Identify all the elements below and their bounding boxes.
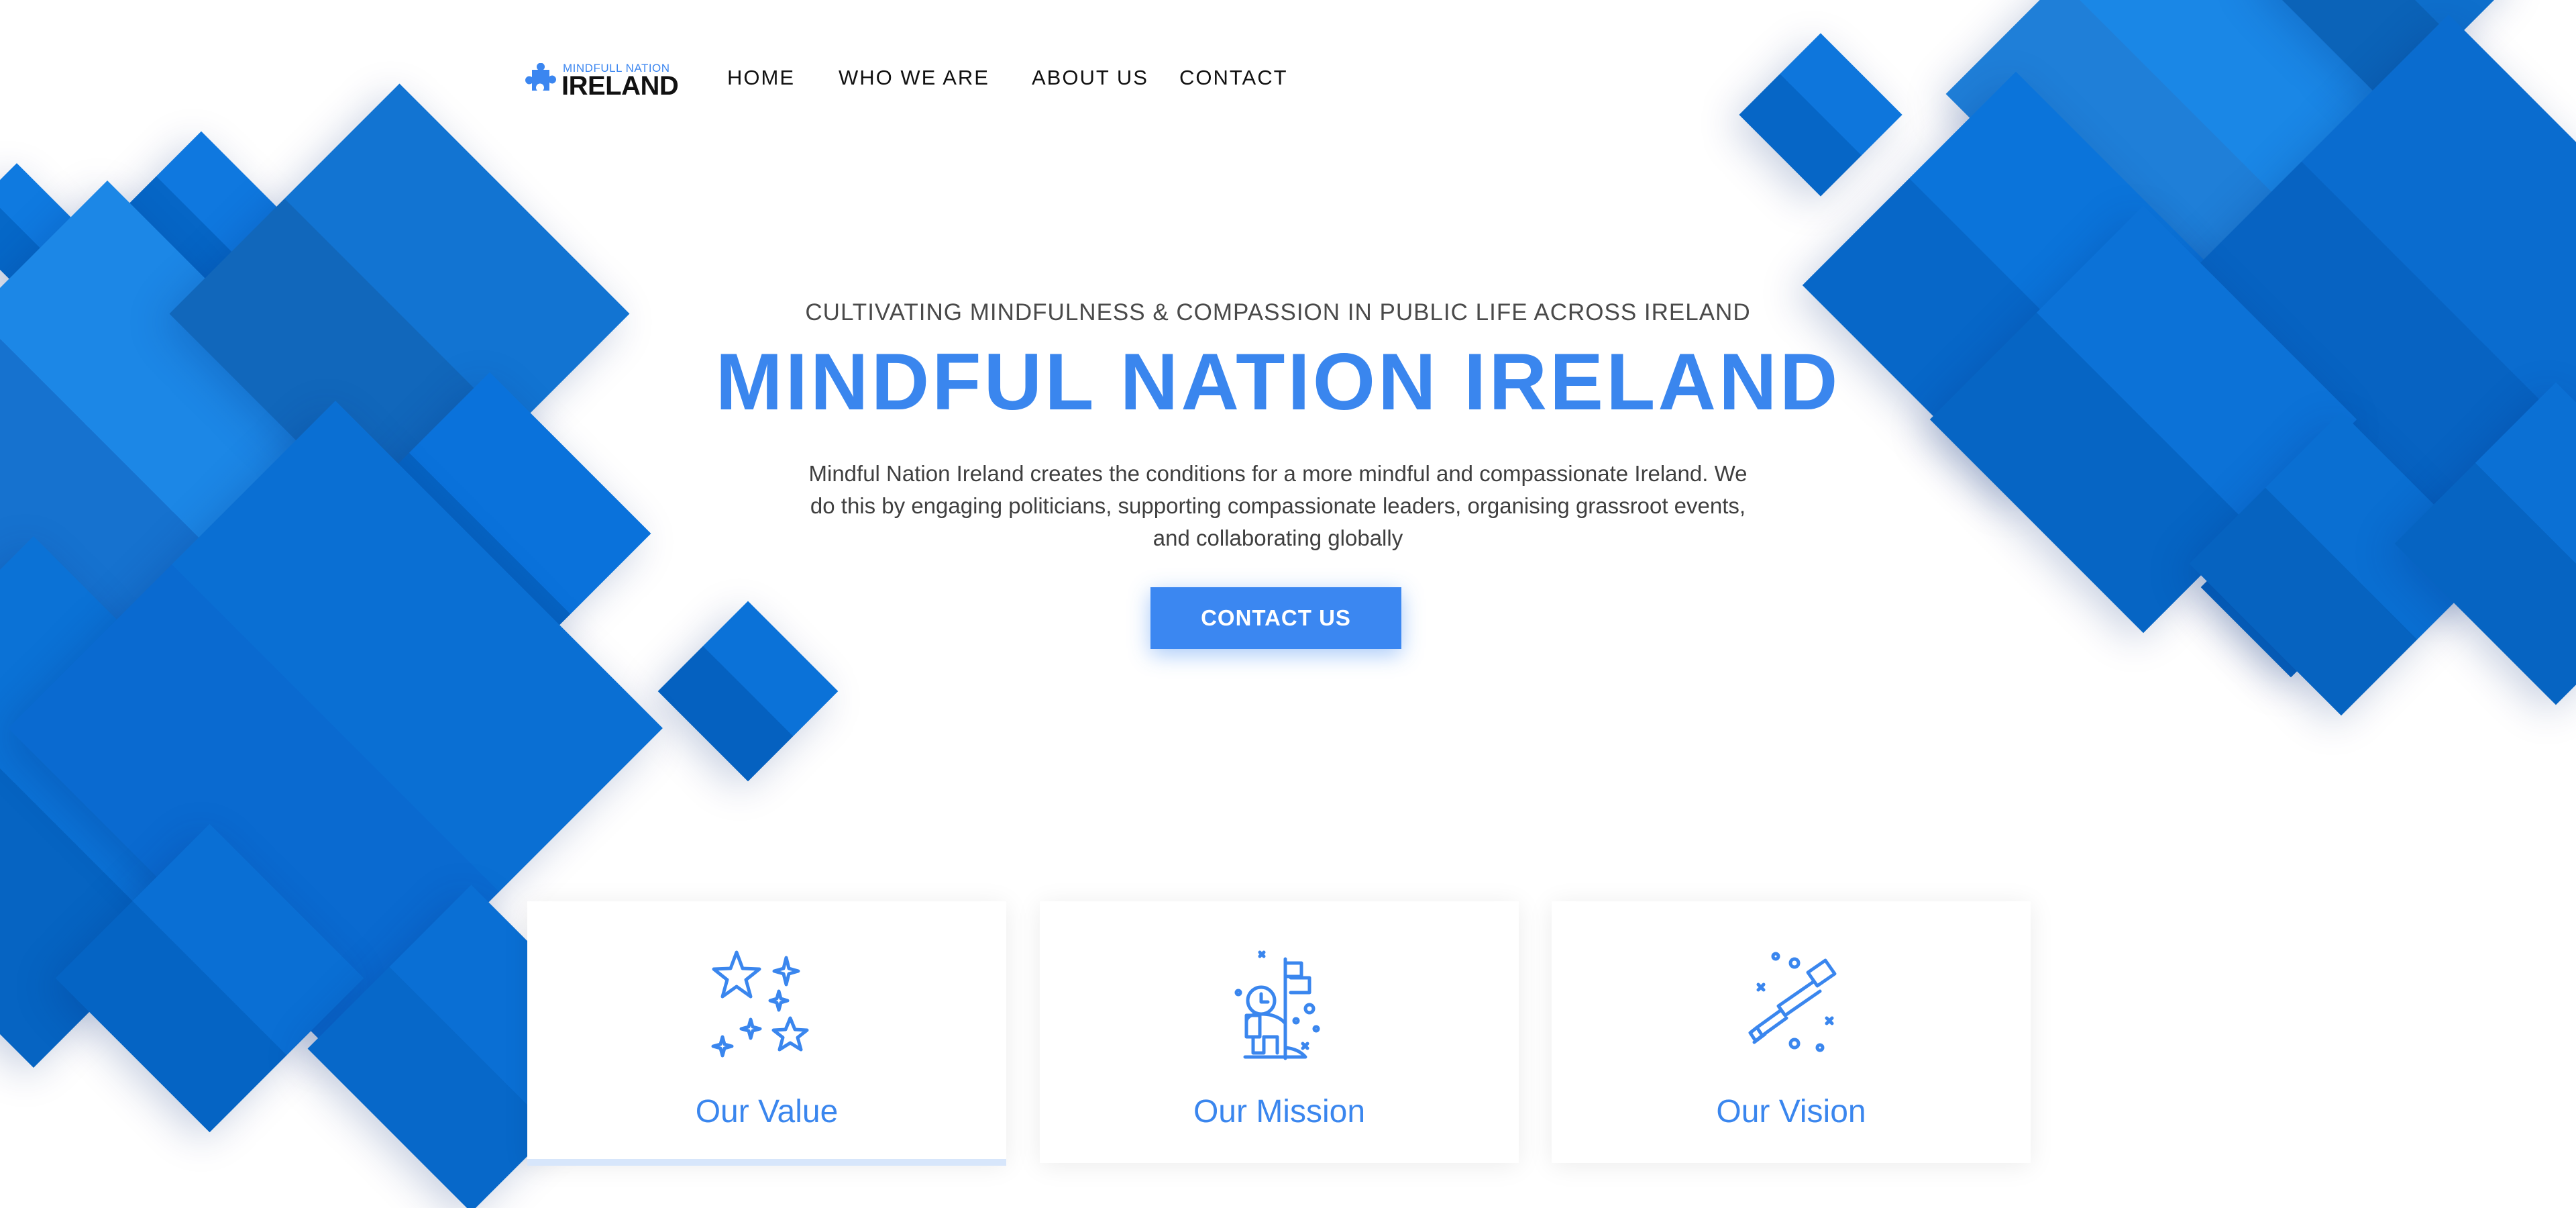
decor-diamond xyxy=(1739,33,1902,197)
card-title: Our Vision xyxy=(1716,1094,1866,1129)
puzzle-piece-icon xyxy=(525,63,556,91)
decor-diamond xyxy=(657,601,839,782)
nav-item-about-us[interactable]: ABOUT US xyxy=(1032,66,1148,90)
hero-subtitle: CULTIVATING MINDFULNESS & COMPASSION IN … xyxy=(805,299,1751,325)
card-our-mission[interactable]: Our Mission xyxy=(1040,901,1519,1163)
hero-description: Mindful Nation Ireland creates the condi… xyxy=(808,461,1748,550)
card-our-value[interactable]: Our Value xyxy=(527,901,1006,1166)
logo-wordmark: IRELAND xyxy=(561,71,679,101)
nav-item-who-we-are[interactable]: WHO WE ARE xyxy=(839,66,989,90)
card-title: Our Value xyxy=(695,1094,839,1129)
card-our-vision[interactable]: Our Vision xyxy=(1552,901,2031,1163)
telescope-icon xyxy=(1748,952,1837,1052)
contact-us-button[interactable]: CONTACT US xyxy=(1150,587,1401,649)
card-title: Our Mission xyxy=(1193,1094,1366,1129)
landing-page: MINDFULL NATION IRELAND HOME WHO WE ARE … xyxy=(0,0,2576,1208)
nav-item-home[interactable]: HOME xyxy=(727,66,795,90)
stars-icon xyxy=(711,950,809,1058)
astronaut-flag-icon xyxy=(1234,950,1320,1060)
hero-title: MINDFUL NATION IRELAND xyxy=(715,337,1841,427)
nav-item-contact[interactable]: CONTACT xyxy=(1179,66,1288,90)
site-logo[interactable]: MINDFULL NATION IRELAND xyxy=(525,62,679,101)
